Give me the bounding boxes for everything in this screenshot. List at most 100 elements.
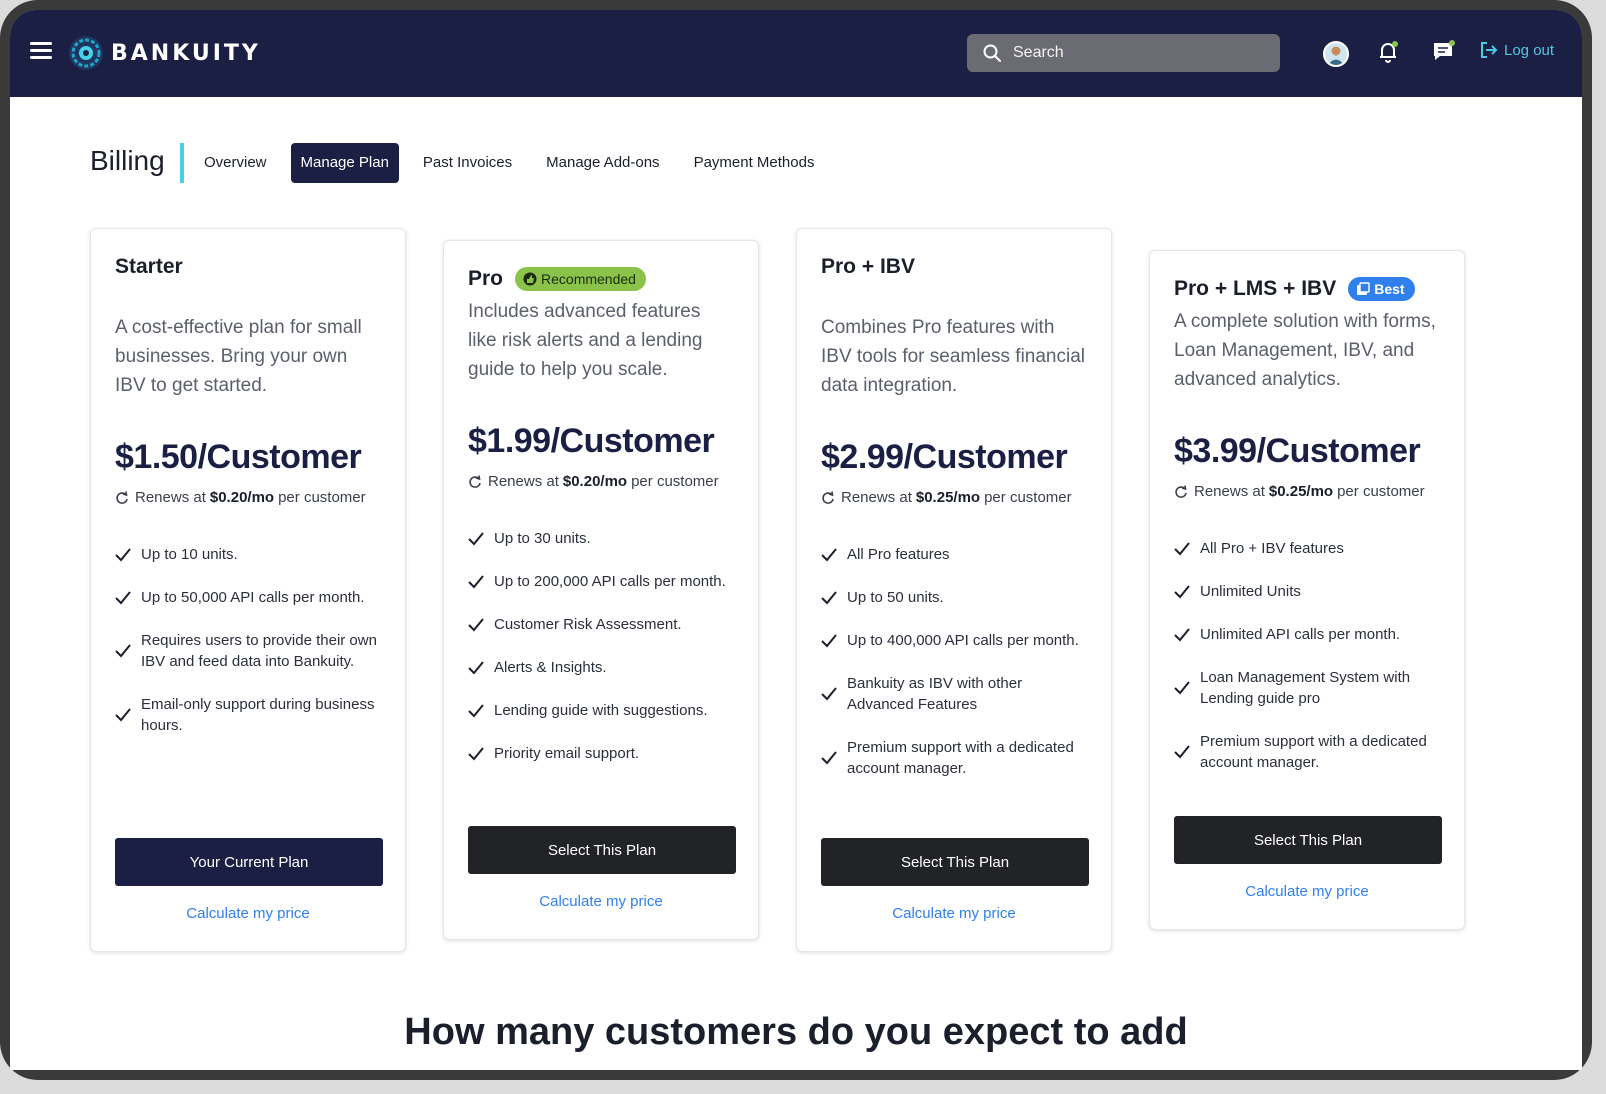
current-plan-button[interactable]: Your Current Plan xyxy=(115,838,383,886)
plan-name: Pro + LMS + IBV Best xyxy=(1174,277,1440,301)
select-plan-button[interactable]: Select This Plan xyxy=(468,826,736,874)
check-icon xyxy=(1174,745,1190,759)
feature-item: Up to 50 units. xyxy=(821,587,1087,608)
check-icon xyxy=(115,590,131,604)
plan-card-pro: Pro Recommended Includes advanced featur… xyxy=(443,240,759,940)
plan-card-pro-ibv: Pro + IBV Combines Pro features with IBV… xyxy=(796,228,1112,952)
feature-item: Email-only support during business hours… xyxy=(115,694,381,736)
check-icon xyxy=(1174,627,1190,641)
notification-bell-icon[interactable] xyxy=(1376,39,1400,65)
check-icon xyxy=(115,644,131,658)
feature-item: Up to 50,000 API calls per month. xyxy=(115,587,381,608)
top-bar: BANKUITY Search Log out xyxy=(10,10,1582,97)
plan-renewal: Renews at $0.25/mo per customer xyxy=(1174,483,1440,500)
feature-item: Premium support with a dedicated account… xyxy=(821,737,1087,779)
section-heading: How many customers do you expect to add xyxy=(404,1011,1188,1053)
tab-payment-methods[interactable]: Payment Methods xyxy=(684,143,825,183)
plan-name: Starter xyxy=(115,255,183,278)
billing-tabs: Overview Manage Plan Past Invoices Manag… xyxy=(194,143,838,183)
check-icon xyxy=(468,703,484,717)
plan-renewal: Renews at $0.20/mo per customer xyxy=(468,473,734,490)
plan-price: $2.99/Customer xyxy=(821,438,1068,476)
logout-icon xyxy=(1481,42,1498,58)
check-icon xyxy=(1174,681,1190,695)
select-plan-button[interactable]: Select This Plan xyxy=(1174,816,1442,864)
search-input[interactable] xyxy=(1011,43,1255,63)
tab-past-invoices[interactable]: Past Invoices xyxy=(413,143,522,183)
check-icon xyxy=(821,547,837,561)
search-bar[interactable] xyxy=(967,34,1280,72)
feature-item: Up to 30 units. xyxy=(468,528,734,549)
plan-price: $1.50/Customer xyxy=(115,438,362,476)
brand-name: BANKUITY xyxy=(111,41,261,66)
title-divider xyxy=(180,143,184,183)
page-title: Billing xyxy=(90,145,165,176)
check-icon xyxy=(468,746,484,760)
check-icon xyxy=(821,751,837,765)
renew-icon xyxy=(116,490,128,504)
plan-name: Pro + IBV xyxy=(821,255,915,278)
recommended-badge: Recommended xyxy=(515,267,646,291)
calculate-price-link[interactable]: Calculate my price xyxy=(797,905,1111,922)
feature-item: Premium support with a dedicated account… xyxy=(1174,731,1440,773)
calculate-price-link[interactable]: Calculate my price xyxy=(444,893,758,910)
plan-card-pro-lms-ibv: Pro + LMS + IBV Best A complete solution… xyxy=(1149,250,1465,930)
check-icon xyxy=(821,590,837,604)
feature-list: Up to 30 units. Up to 200,000 API calls … xyxy=(468,528,734,764)
feature-list: Up to 10 units. Up to 50,000 API calls p… xyxy=(115,544,381,736)
app-screen: BANKUITY Search Log out Billing Overview… xyxy=(10,10,1582,1070)
feature-item: Unlimited API calls per month. xyxy=(1174,624,1440,645)
feature-item: Requires users to provide their own IBV … xyxy=(115,630,381,672)
renew-icon xyxy=(1175,484,1187,498)
check-icon xyxy=(1174,541,1190,555)
calculate-price-link[interactable]: Calculate my price xyxy=(91,905,405,922)
feature-item: Up to 400,000 API calls per month. xyxy=(821,630,1087,651)
tab-overview[interactable]: Overview xyxy=(194,143,277,183)
feature-item: Alerts & Insights. xyxy=(468,657,734,678)
logout-label: Log out xyxy=(1504,41,1555,59)
plan-price: $1.99/Customer xyxy=(468,422,715,460)
feature-item: Up to 200,000 API calls per month. xyxy=(468,571,734,592)
check-icon xyxy=(115,708,131,722)
renew-icon xyxy=(469,474,481,488)
user-avatar[interactable] xyxy=(1323,41,1349,67)
device-frame: BANKUITY Search Log out Billing Overview… xyxy=(0,0,1592,1080)
best-badge: Best xyxy=(1348,277,1415,301)
plan-description: Combines Pro features with IBV tools for… xyxy=(821,317,1086,396)
tab-manage-add-ons[interactable]: Manage Add-ons xyxy=(536,143,669,183)
search-icon xyxy=(983,44,1001,62)
check-icon xyxy=(1174,584,1190,598)
star-icon xyxy=(1357,282,1370,295)
check-icon xyxy=(115,547,131,561)
check-icon xyxy=(468,660,484,674)
feature-item: Priority email support. xyxy=(468,743,734,764)
menu-icon[interactable] xyxy=(30,42,52,60)
feature-item: Unlimited Units xyxy=(1174,581,1440,602)
check-icon xyxy=(468,617,484,631)
plan-description: A cost-effective plan for small business… xyxy=(115,317,362,396)
tab-manage-plan[interactable]: Manage Plan xyxy=(290,143,399,183)
feature-item: Customer Risk Assessment. xyxy=(468,614,734,635)
plan-description: Includes advanced features like risk ale… xyxy=(468,301,703,380)
plan-price: $3.99/Customer xyxy=(1174,432,1421,470)
avatar-image xyxy=(1328,46,1344,65)
plan-renewal: Renews at $0.25/mo per customer xyxy=(821,489,1087,506)
thumbs-up-icon xyxy=(523,272,537,286)
feature-item: Up to 10 units. xyxy=(115,544,381,565)
check-icon xyxy=(821,633,837,647)
bankuity-logo-icon xyxy=(69,36,103,70)
feature-item: Loan Management System with Lending guid… xyxy=(1174,667,1440,709)
plan-renewal: Renews at $0.20/mo per customer xyxy=(115,489,381,506)
messages-icon[interactable] xyxy=(1432,39,1456,65)
plan-name: Pro Recommended xyxy=(468,267,734,291)
select-plan-button[interactable]: Select This Plan xyxy=(821,838,1089,886)
feature-item: All Pro features xyxy=(821,544,1087,565)
plan-description: A complete solution with forms, Loan Man… xyxy=(1174,311,1436,390)
logout-button[interactable]: Log out xyxy=(1480,41,1554,59)
calculate-price-link[interactable]: Calculate my price xyxy=(1150,883,1464,900)
feature-item: Bankuity as IBV with other Advanced Feat… xyxy=(821,673,1087,715)
check-icon xyxy=(468,531,484,545)
feature-item: All Pro + IBV features xyxy=(1174,538,1440,559)
check-icon xyxy=(468,574,484,588)
renew-icon xyxy=(822,490,834,504)
